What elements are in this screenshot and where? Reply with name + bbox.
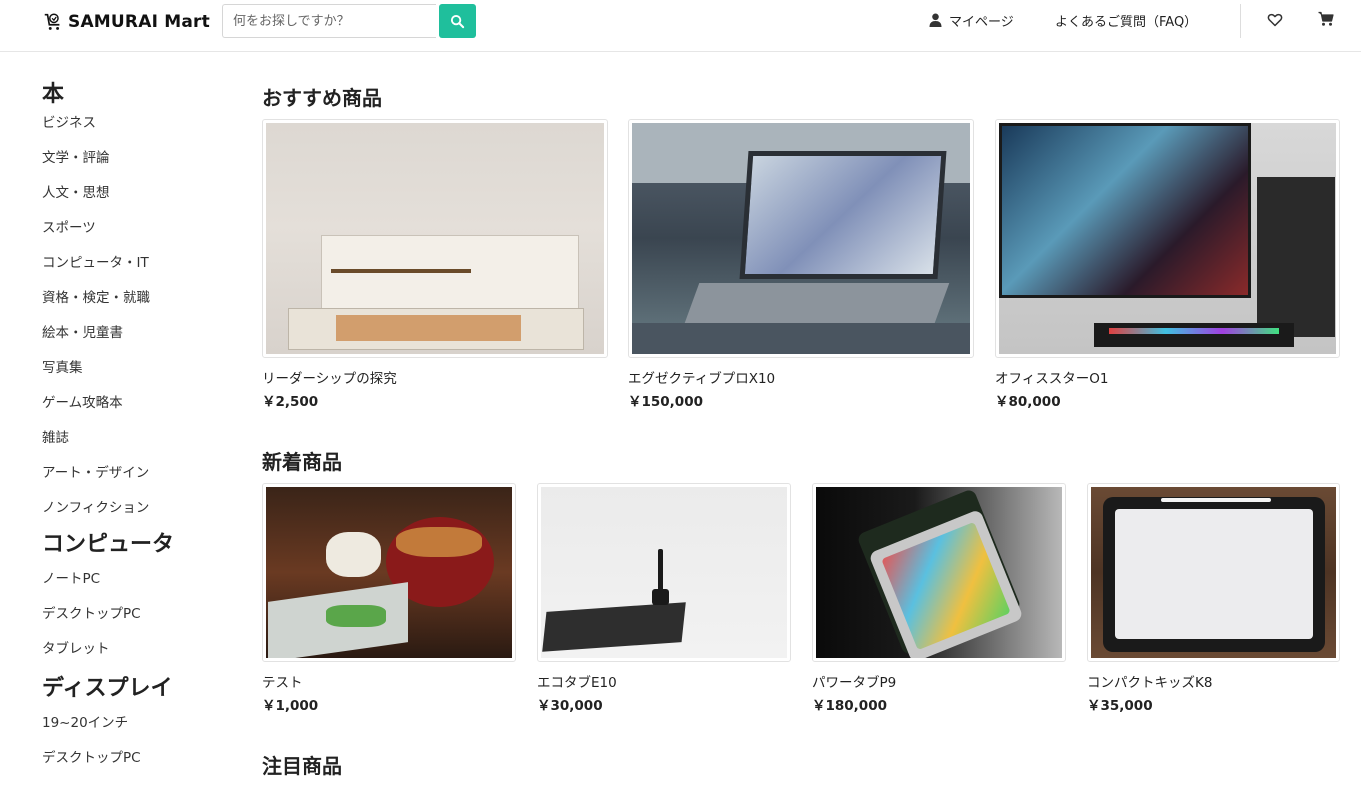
food-photo <box>266 487 512 658</box>
sidebar-item[interactable]: スポーツ <box>42 214 242 249</box>
drawing-tablet-photo <box>1091 487 1336 658</box>
faq-label: よくあるご質問（FAQ） <box>1055 14 1198 30</box>
product-card[interactable]: パワータブP9 ￥180,000 <box>812 483 1066 714</box>
search-icon <box>450 14 465 28</box>
sidebar-item[interactable]: デスクトップPC <box>42 744 242 779</box>
product-image[interactable] <box>262 483 516 662</box>
header-divider <box>1240 4 1241 38</box>
product-price: ￥35,000 <box>1087 698 1153 714</box>
sidebar-item[interactable]: コンピュータ・IT <box>42 249 242 284</box>
sidebar-item[interactable]: アート・デザイン <box>42 459 242 494</box>
user-icon <box>929 13 942 27</box>
sidebar-item[interactable]: デスクトップPC <box>42 600 242 635</box>
featured-section-title: 注目商品 <box>262 754 342 778</box>
product-card[interactable]: オフィススターO1 ￥80,000 <box>995 119 1340 410</box>
product-image[interactable] <box>628 119 974 358</box>
category-title: 本 <box>42 82 65 107</box>
product-card[interactable]: テスト ￥1,000 <box>262 483 516 714</box>
product-card[interactable]: リーダーシップの探究 ￥2,500 <box>262 119 608 410</box>
site-header: SAMURAI Mart マイページ よくあるご質問（FAQ） <box>0 0 1361 52</box>
cart-icon[interactable] <box>1318 11 1334 27</box>
ipad-photo <box>816 487 1062 658</box>
books-photo <box>266 123 604 354</box>
sidebar-item[interactable]: 19~20インチ <box>42 709 242 744</box>
product-name[interactable]: エコタブE10 <box>537 671 791 691</box>
search-button[interactable] <box>439 4 476 38</box>
sidebar-item[interactable]: ノンフィクション <box>42 494 242 526</box>
product-name[interactable]: パワータブP9 <box>812 671 1066 691</box>
product-name[interactable]: エグゼクティブプロX10 <box>628 367 974 387</box>
category-title: コンピュータ <box>42 532 175 557</box>
sidebar-item[interactable]: 写真集 <box>42 354 242 389</box>
faq-link[interactable]: よくあるご質問（FAQ） <box>1055 9 1197 31</box>
sidebar-item[interactable]: 絵本・児童書 <box>42 319 242 354</box>
shopping-bag-icon <box>44 13 60 30</box>
product-price: ￥150,000 <box>628 394 703 410</box>
category-title: ディスプレイ <box>42 676 173 701</box>
sidebar-item[interactable]: 雑誌 <box>42 424 242 459</box>
product-name[interactable]: コンパクトキッズK8 <box>1087 671 1340 691</box>
product-price: ￥2,500 <box>262 394 319 410</box>
laptop-photo <box>632 123 970 354</box>
sidebar-item[interactable]: ビジネス <box>42 109 242 144</box>
product-card[interactable]: エコタブE10 ￥30,000 <box>537 483 791 714</box>
category-sidebar: 本 ビジネス 文学・評論 人文・思想 スポーツ コンピュータ・IT 資格・検定・… <box>42 80 242 779</box>
product-name[interactable]: テスト <box>262 671 516 691</box>
product-image[interactable] <box>1087 483 1340 662</box>
sidebar-item[interactable]: タブレット <box>42 635 242 670</box>
logo-text: SAMURAI Mart <box>68 12 210 32</box>
new-arrivals-section-title: 新着商品 <box>262 450 342 474</box>
recommended-section-title: おすすめ商品 <box>262 86 382 110</box>
product-name[interactable]: リーダーシップの探究 <box>262 367 608 387</box>
sidebar-item[interactable]: 文学・評論 <box>42 144 242 179</box>
heart-icon[interactable] <box>1267 12 1283 28</box>
sidebar-item[interactable]: 資格・検定・就職 <box>42 284 242 319</box>
product-image[interactable] <box>537 483 791 662</box>
product-name[interactable]: オフィススターO1 <box>995 367 1340 387</box>
product-price: ￥80,000 <box>995 394 1061 410</box>
product-price: ￥30,000 <box>537 698 603 714</box>
pen-tablet-photo <box>541 487 787 658</box>
search-input[interactable] <box>222 4 436 38</box>
site-logo[interactable]: SAMURAI Mart <box>42 10 210 34</box>
sidebar-item[interactable]: 人文・思想 <box>42 179 242 214</box>
product-image[interactable] <box>262 119 608 358</box>
product-card[interactable]: エグゼクティブプロX10 ￥150,000 <box>628 119 974 410</box>
product-image[interactable] <box>995 119 1340 358</box>
mypage-link[interactable]: マイページ <box>929 9 1014 31</box>
product-card[interactable]: コンパクトキッズK8 ￥35,000 <box>1087 483 1340 714</box>
mypage-label: マイページ <box>949 14 1014 30</box>
sidebar-item[interactable]: ゲーム攻略本 <box>42 389 242 424</box>
product-price: ￥180,000 <box>812 698 887 714</box>
product-image[interactable] <box>812 483 1066 662</box>
desktop-pc-photo <box>999 123 1336 354</box>
sidebar-item[interactable]: ノートPC <box>42 565 242 600</box>
product-price: ￥1,000 <box>262 698 319 714</box>
